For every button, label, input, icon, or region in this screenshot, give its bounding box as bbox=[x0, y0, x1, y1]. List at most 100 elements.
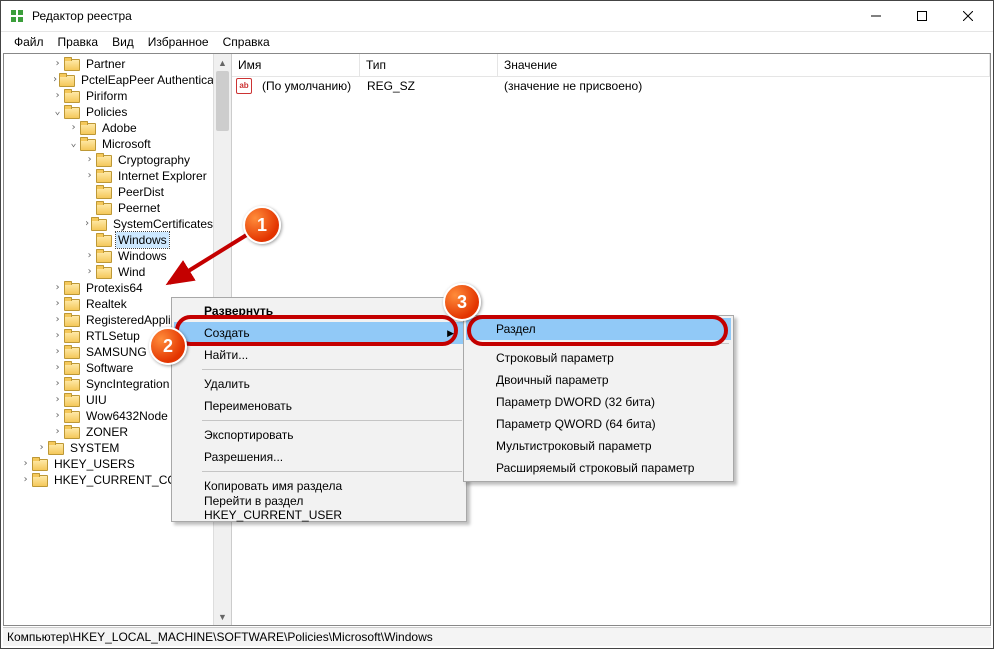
menu-favorites[interactable]: Избранное bbox=[141, 33, 216, 51]
chevron-right-icon[interactable]: › bbox=[20, 456, 31, 472]
tree-item[interactable]: › SystemCertificates bbox=[4, 216, 214, 232]
chevron-right-icon[interactable]: › bbox=[52, 88, 63, 104]
chevron-right-icon[interactable]: › bbox=[52, 376, 63, 392]
submenu-new-item[interactable]: Параметр DWORD (32 бита) bbox=[466, 391, 731, 413]
scroll-up-icon[interactable]: ▲ bbox=[214, 54, 231, 71]
folder-icon bbox=[64, 409, 80, 423]
chevron-right-icon[interactable]: › bbox=[36, 440, 47, 456]
maximize-button[interactable] bbox=[899, 1, 945, 31]
scroll-thumb[interactable] bbox=[216, 71, 229, 131]
chevron-right-icon[interactable]: › bbox=[52, 328, 63, 344]
tree-item-label: Policies bbox=[84, 104, 129, 120]
chevron-right-icon[interactable]: › bbox=[52, 280, 63, 296]
menu-separator bbox=[202, 471, 462, 472]
chevron-right-icon[interactable]: › bbox=[52, 408, 63, 424]
menu-file[interactable]: Файл bbox=[7, 33, 51, 51]
menu-edit[interactable]: Правка bbox=[51, 33, 106, 51]
tree-item[interactable]: Peernet bbox=[4, 200, 214, 216]
folder-icon bbox=[64, 425, 80, 439]
tree-item[interactable]: PeerDist bbox=[4, 184, 214, 200]
folder-icon bbox=[96, 249, 112, 263]
status-bar: Компьютер\HKEY_LOCAL_MACHINE\SOFTWARE\Po… bbox=[3, 627, 991, 646]
submenu-new-item[interactable]: Двоичный параметр bbox=[466, 369, 731, 391]
context-menu-item[interactable]: Экспортировать bbox=[174, 424, 464, 446]
menu-item-label: Переименовать bbox=[204, 399, 292, 413]
submenu-new-item[interactable]: Мультистроковый параметр bbox=[466, 435, 731, 457]
chevron-right-icon[interactable]: › bbox=[84, 216, 90, 232]
list-row[interactable]: ab (По умолчанию) REG_SZ (значение не пр… bbox=[232, 77, 990, 94]
col-type[interactable]: Тип bbox=[360, 54, 498, 76]
context-menu-item[interactable]: Найти... bbox=[174, 344, 464, 366]
tree-item-label: Software bbox=[84, 360, 135, 376]
menu-item-label: Разрешения... bbox=[204, 450, 283, 464]
chevron-right-icon[interactable]: › bbox=[52, 360, 63, 376]
folder-icon bbox=[96, 265, 112, 279]
tree-item[interactable]: ⌄Microsoft bbox=[4, 136, 214, 152]
menu-item-label: Удалить bbox=[204, 377, 250, 391]
tree-item[interactable]: › Wind bbox=[4, 264, 214, 280]
tree-item[interactable]: Windows bbox=[4, 232, 214, 248]
chevron-down-icon[interactable]: ⌄ bbox=[68, 136, 79, 152]
minimize-button[interactable] bbox=[853, 1, 899, 31]
chevron-right-icon[interactable]: › bbox=[52, 296, 63, 312]
context-menu-item[interactable]: Перейти в раздел HKEY_CURRENT_USER bbox=[174, 497, 464, 519]
chevron-down-icon[interactable]: ⌄ bbox=[52, 104, 63, 120]
menu-help[interactable]: Справка bbox=[216, 33, 277, 51]
context-menu-item[interactable]: Развернуть bbox=[174, 300, 464, 322]
submenu-new-item[interactable]: Строковый параметр bbox=[466, 347, 731, 369]
submenu-new-item[interactable]: Раздел bbox=[466, 318, 731, 340]
submenu-new-item[interactable]: Параметр QWORD (64 бита) bbox=[466, 413, 731, 435]
menu-item-label: Найти... bbox=[204, 348, 248, 362]
tree-item-label: Wind bbox=[116, 264, 147, 280]
tree-item[interactable]: ›Adobe bbox=[4, 120, 214, 136]
folder-icon bbox=[96, 201, 112, 215]
tree-item[interactable]: ›PctelEapPeer Authentication bbox=[4, 72, 214, 88]
window-controls bbox=[853, 1, 991, 31]
chevron-right-icon[interactable]: › bbox=[84, 264, 95, 280]
chevron-right-icon[interactable]: › bbox=[52, 312, 63, 328]
title-bar: Редактор реестра bbox=[1, 1, 993, 32]
chevron-right-icon[interactable]: › bbox=[68, 120, 79, 136]
menu-item-label: Развернуть bbox=[204, 304, 273, 318]
tree-item-label: SystemCertificates bbox=[111, 216, 214, 232]
tree-item[interactable]: ›Partner bbox=[4, 56, 214, 72]
tree-item-label: Internet Explorer bbox=[116, 168, 209, 184]
context-menu-item[interactable]: Удалить bbox=[174, 373, 464, 395]
scroll-down-icon[interactable]: ▼ bbox=[214, 608, 231, 625]
menu-item-label: Параметр DWORD (32 бита) bbox=[496, 395, 655, 409]
tree-item[interactable]: ›Protexis64 bbox=[4, 280, 214, 296]
close-button[interactable] bbox=[945, 1, 991, 31]
context-menu-item[interactable]: Создать▶ bbox=[174, 322, 464, 344]
submenu-new-item[interactable]: Расширяемый строковый параметр bbox=[466, 457, 731, 479]
chevron-right-icon[interactable]: › bbox=[52, 424, 63, 440]
tree-item-label: RegisteredAppli bbox=[84, 312, 173, 328]
folder-icon bbox=[91, 217, 107, 231]
context-menu-item[interactable]: Переименовать bbox=[174, 395, 464, 417]
chevron-right-icon[interactable]: › bbox=[84, 248, 95, 264]
list-header: Имя Тип Значение bbox=[232, 54, 990, 77]
chevron-right-icon[interactable]: › bbox=[84, 168, 95, 184]
context-menu-item[interactable]: Разрешения... bbox=[174, 446, 464, 468]
chevron-right-icon[interactable]: › bbox=[52, 344, 63, 360]
status-path: Компьютер\HKEY_LOCAL_MACHINE\SOFTWARE\Po… bbox=[7, 630, 433, 644]
menu-separator bbox=[494, 343, 729, 344]
menu-view[interactable]: Вид bbox=[105, 33, 141, 51]
menu-item-label: Раздел bbox=[496, 322, 536, 336]
tree-item[interactable]: ⌄ Policies bbox=[4, 104, 214, 120]
chevron-right-icon[interactable]: › bbox=[84, 152, 95, 168]
tree-item-label: Windows bbox=[116, 232, 169, 248]
chevron-right-icon[interactable]: › bbox=[52, 72, 58, 88]
folder-icon bbox=[64, 281, 80, 295]
chevron-right-icon[interactable]: › bbox=[20, 472, 31, 488]
chevron-right-icon[interactable]: › bbox=[52, 56, 63, 72]
chevron-right-icon[interactable]: › bbox=[52, 392, 63, 408]
tree-item[interactable]: ›Piriform bbox=[4, 88, 214, 104]
folder-icon bbox=[48, 441, 64, 455]
tree-item[interactable]: › Internet Explorer bbox=[4, 168, 214, 184]
tree-item[interactable]: ›Windows bbox=[4, 248, 214, 264]
tree-item[interactable]: ›Cryptography bbox=[4, 152, 214, 168]
col-name[interactable]: Имя bbox=[232, 54, 360, 76]
tree-item-label: HKEY_USERS bbox=[52, 456, 137, 472]
tree-item-label: Peernet bbox=[116, 200, 162, 216]
col-value[interactable]: Значение bbox=[498, 54, 990, 76]
